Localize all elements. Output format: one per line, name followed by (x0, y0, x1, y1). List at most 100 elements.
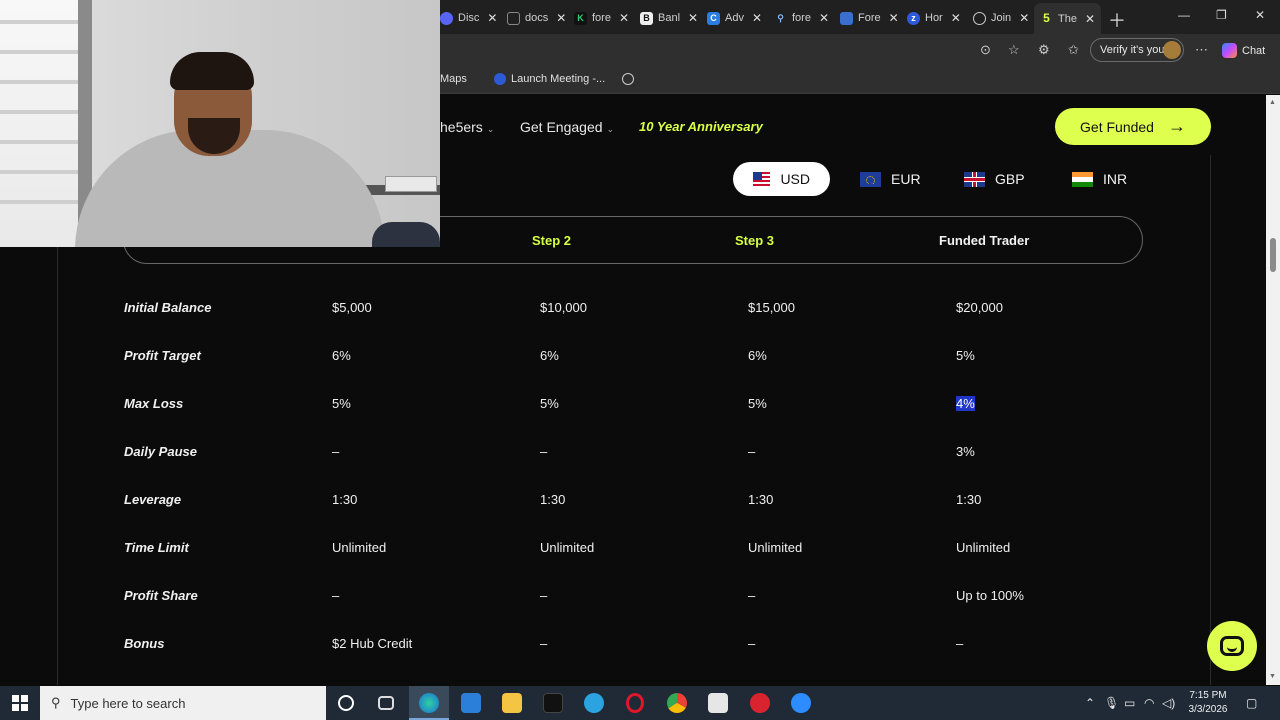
nav-anniversary-link[interactable]: 10 Year Anniversary (639, 119, 763, 134)
bookmark-launch-meeting[interactable]: Launch Meeting -... (494, 73, 605, 85)
verify-profile-button[interactable]: Verify it's you (1090, 38, 1184, 62)
copilot-icon (1222, 43, 1237, 58)
tab-funded-trader[interactable]: Funded Trader (939, 233, 1029, 248)
table-cell: 5% (956, 348, 975, 363)
task-view-icon[interactable] (378, 696, 394, 710)
tab-step-2[interactable]: Step 2 (532, 233, 571, 248)
edge-icon[interactable] (419, 693, 439, 713)
minimize-button[interactable]: — (1178, 8, 1190, 22)
row-label-time-limit: Time Limit (124, 540, 189, 555)
more-options-icon[interactable]: ⊙ (980, 42, 991, 58)
tab-advice[interactable]: C Adv ✕ (707, 6, 762, 30)
table-cell: Unlimited (332, 540, 387, 555)
opera-icon[interactable] (626, 693, 644, 713)
battery-icon[interactable]: ▭ (1124, 696, 1135, 710)
tab-forex-2[interactable]: Fore ✕ (840, 6, 899, 30)
tab-step-3[interactable]: Step 3 (735, 233, 774, 248)
table-cell: – (540, 588, 548, 603)
wifi-icon[interactable]: ◠ (1144, 696, 1154, 710)
table-cell: 3% (956, 444, 975, 459)
close-icon[interactable]: ✕ (487, 11, 497, 25)
volume-icon[interactable]: ◁) (1162, 696, 1175, 710)
zoom-icon[interactable] (791, 693, 811, 713)
get-funded-button[interactable]: Get Funded → (1055, 108, 1211, 145)
scrollbar-thumb[interactable] (1270, 238, 1276, 272)
nav-get-engaged-menu[interactable]: Get Engaged ⌄ (520, 119, 614, 135)
table-cell: 6% (748, 348, 767, 363)
bookmark-globe[interactable] (622, 73, 634, 85)
close-icon[interactable]: ✕ (1019, 11, 1029, 25)
settings-more-icon[interactable]: ⋯ (1195, 42, 1208, 58)
tab-discord[interactable]: Disc ✕ (440, 6, 497, 30)
currency-eur[interactable]: EUR (860, 162, 921, 196)
close-icon[interactable]: ✕ (556, 11, 566, 25)
tab-join[interactable]: Join ✕ (973, 6, 1029, 30)
live-chat-button[interactable] (1207, 621, 1257, 671)
close-icon[interactable]: ✕ (752, 11, 762, 25)
tab-forex-1[interactable]: Kfore ✕ (574, 6, 629, 30)
notifications-icon[interactable]: ▢ (1246, 696, 1257, 710)
table-cell: 5% (540, 396, 559, 411)
table-cell: – (332, 444, 340, 459)
tray-chevron-up-icon[interactable]: ⌃ (1085, 696, 1095, 710)
table-cell: – (748, 636, 756, 651)
currency-inr[interactable]: INR (1072, 162, 1127, 196)
globe-icon (622, 73, 634, 85)
zoom-icon: z (907, 11, 920, 25)
row-label-leverage: Leverage (124, 492, 182, 507)
close-icon[interactable]: ✕ (1085, 12, 1095, 26)
row-label-max-loss: Max Loss (124, 396, 184, 411)
close-icon[interactable]: ✕ (819, 11, 829, 25)
recorder-icon[interactable] (750, 693, 770, 713)
currency-usd[interactable]: USD (733, 162, 830, 196)
eu-flag-icon (860, 171, 881, 187)
maximize-button[interactable]: ❐ (1216, 8, 1227, 22)
taskbar-search-input[interactable]: ⚲ Type here to search (40, 686, 326, 720)
tab-the5ers[interactable]: 5 The ✕ (1034, 3, 1102, 34)
file-explorer-icon[interactable] (502, 693, 522, 713)
table-cell: 6% (540, 348, 559, 363)
zoom-icon (494, 73, 506, 85)
windows-taskbar: ⚲ Type here to search ⌃ 🎙 ▭ ◠ ◁) 7:15 PM 3… (0, 686, 1280, 720)
snipping-tool-icon[interactable] (708, 693, 728, 713)
page-scrollbar[interactable]: ▲ ▼ (1266, 95, 1280, 685)
tab-zoom-home[interactable]: z Hor ✕ (907, 6, 961, 30)
uk-flag-icon (964, 171, 985, 187)
taskbar-clock[interactable]: 7:15 PM 3/3/2026 (1183, 689, 1233, 717)
nav-the5ers-menu[interactable]: he5ers ⌄ (440, 119, 494, 135)
close-icon[interactable]: ✕ (688, 11, 698, 25)
copilot-chat-button[interactable]: Chat (1222, 43, 1265, 58)
favorites-icon[interactable]: ✩ (1068, 42, 1079, 58)
table-cell: – (956, 636, 964, 651)
close-window-button[interactable]: ✕ (1255, 8, 1265, 22)
windows-start-icon[interactable] (12, 695, 28, 711)
close-icon[interactable]: ✕ (889, 11, 899, 25)
table-cell: – (748, 444, 756, 459)
row-label-profit-target: Profit Target (124, 348, 201, 363)
extensions-icon[interactable]: ⚙ (1038, 42, 1050, 58)
tab-docs[interactable]: docs ✕ (507, 6, 566, 30)
telegram-icon[interactable] (584, 693, 604, 713)
table-cell: 5% (332, 396, 351, 411)
mail-icon[interactable] (461, 693, 481, 713)
favorite-star-icon[interactable]: ☆ (1008, 42, 1020, 58)
tab-bank[interactable]: B Banl ✕ (640, 6, 698, 30)
microphone-icon[interactable]: 🎙 (1104, 696, 1119, 710)
scroll-up-icon[interactable]: ▲ (1269, 99, 1276, 106)
close-icon[interactable]: ✕ (951, 11, 961, 25)
scroll-down-icon[interactable]: ▼ (1269, 673, 1276, 680)
currency-gbp[interactable]: GBP (964, 162, 1025, 196)
close-icon[interactable]: ✕ (619, 11, 629, 25)
avatar (1163, 41, 1181, 59)
bookmark-maps[interactable]: Maps (440, 73, 467, 85)
search-icon: ⚲ (51, 695, 61, 710)
cortana-icon[interactable] (338, 695, 354, 711)
tradingview-icon[interactable] (543, 693, 563, 713)
tab-forex-search[interactable]: ⚲ fore ✕ (774, 6, 829, 30)
chrome-icon[interactable] (667, 693, 687, 713)
new-tab-button[interactable]: ＋ (1108, 7, 1126, 33)
discord-icon (440, 11, 453, 25)
table-cell: 1:30 (748, 492, 774, 507)
selected-text-cell: 4% (956, 396, 975, 411)
bank-icon: B (640, 11, 653, 25)
